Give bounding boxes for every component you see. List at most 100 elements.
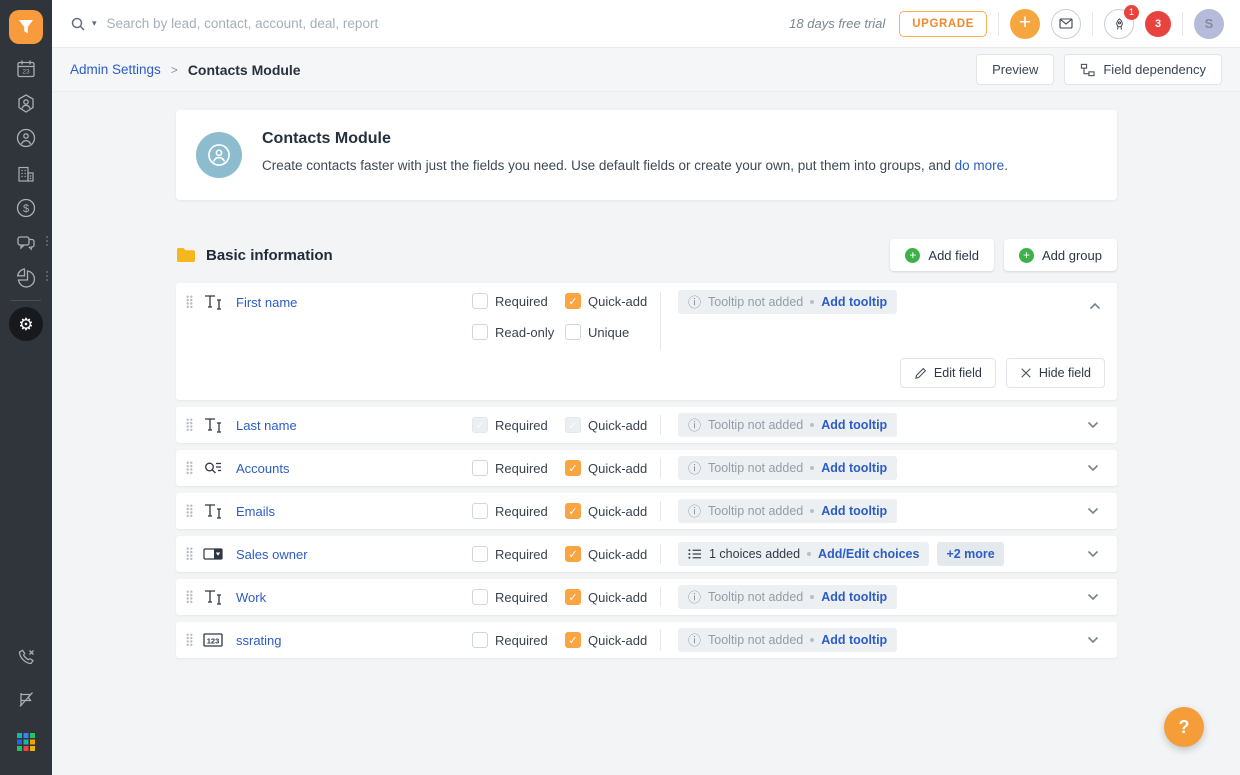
quick-add-checkbox[interactable] [565, 632, 581, 648]
search-icon[interactable] [70, 16, 86, 32]
field-name-link[interactable]: Accounts [236, 461, 472, 476]
sidebar-item-contacts[interactable] [14, 126, 38, 150]
hide-field-button[interactable]: Hide field [1006, 358, 1105, 388]
drag-handle[interactable] [186, 590, 202, 604]
pencil-icon [914, 367, 927, 380]
add-tooltip-link[interactable]: Add tooltip [821, 633, 887, 647]
field-row-sales-owner: Sales owner Required Quick-add 1 choices… [176, 536, 1117, 572]
required-checkbox[interactable] [472, 460, 488, 476]
add-tooltip-link[interactable]: Add tooltip [821, 461, 887, 475]
svg-text:123: 123 [207, 636, 220, 645]
add-field-button[interactable]: Add field [890, 239, 994, 271]
whats-new-button[interactable]: 1 [1104, 9, 1134, 39]
collapse-chevron[interactable] [1085, 293, 1105, 319]
do-more-link[interactable]: do more [955, 158, 1005, 173]
required-checkbox[interactable] [472, 293, 488, 309]
expand-chevron[interactable] [1083, 417, 1103, 433]
edit-field-button[interactable]: Edit field [900, 358, 996, 388]
drag-handle[interactable] [186, 461, 202, 475]
field-name-link[interactable]: ssrating [236, 633, 472, 648]
choices-count-text: 1 choices added [709, 547, 800, 561]
row-divider [660, 501, 661, 521]
field-name-link[interactable]: Last name [236, 418, 472, 433]
field-name-link[interactable]: Work [236, 590, 472, 605]
dependency-icon [1080, 63, 1095, 77]
required-checkbox[interactable] [472, 546, 488, 562]
add-tooltip-link[interactable]: Add tooltip [821, 418, 887, 432]
sidebar-item-calendar[interactable]: 23 [14, 57, 38, 81]
field-dependency-label: Field dependency [1103, 62, 1206, 77]
quick-add-checkbox[interactable] [565, 589, 581, 605]
expand-chevron[interactable] [1083, 589, 1103, 605]
row-divider [660, 292, 661, 350]
tooltip-status-text: Tooltip not added [708, 633, 803, 647]
dot-separator [810, 300, 814, 304]
drag-handle[interactable] [186, 504, 202, 518]
required-checkbox[interactable] [472, 632, 488, 648]
expand-chevron[interactable] [1083, 503, 1103, 519]
info-icon: ⓘ [688, 505, 701, 518]
expand-chevron[interactable] [1083, 632, 1103, 648]
dot-separator [810, 423, 814, 427]
avatar[interactable]: S [1194, 9, 1224, 39]
upgrade-button[interactable]: UPGRADE [899, 11, 987, 37]
row-divider [660, 415, 661, 435]
sidebar-item-analytics[interactable] [14, 266, 38, 290]
required-checkbox[interactable] [472, 589, 488, 605]
tooltip-status-pill: ⓘ Tooltip not added Add tooltip [678, 290, 897, 314]
add-edit-choices-link[interactable]: Add/Edit choices [818, 547, 919, 561]
info-icon: ⓘ [688, 462, 701, 475]
add-group-button[interactable]: Add group [1004, 239, 1117, 271]
drag-handle[interactable] [186, 418, 202, 432]
info-icon: ⓘ [688, 419, 701, 432]
quick-add-button[interactable]: + [1010, 9, 1040, 39]
add-tooltip-link[interactable]: Add tooltip [821, 504, 887, 518]
edit-field-label: Edit field [934, 366, 982, 380]
tooltip-status-text: Tooltip not added [708, 461, 803, 475]
help-button[interactable]: ? [1164, 707, 1204, 747]
add-tooltip-link[interactable]: Add tooltip [821, 590, 887, 604]
field-name-link[interactable]: First name [236, 295, 297, 310]
sidebar-item-deals[interactable]: $ [14, 196, 38, 220]
dot-separator [807, 552, 811, 556]
drag-handle[interactable] [186, 295, 193, 314]
drag-handle[interactable] [186, 547, 202, 561]
quick-add-checkbox[interactable] [565, 546, 581, 562]
field-dependency-button[interactable]: Field dependency [1064, 54, 1222, 85]
required-label: Required [495, 461, 548, 476]
read-only-checkbox[interactable] [472, 324, 488, 340]
sidebar-item-leads[interactable] [14, 92, 38, 116]
calendar-icon: 23 [15, 58, 37, 80]
sidebar-item-settings-active[interactable]: ⚙ [9, 307, 43, 341]
field-name-link[interactable]: Emails [236, 504, 472, 519]
sidebar-item-conversations[interactable] [14, 231, 38, 255]
required-checkbox[interactable] [472, 503, 488, 519]
preview-button[interactable]: Preview [976, 54, 1054, 85]
sidebar-item-accounts[interactable] [14, 162, 38, 186]
unique-checkbox[interactable] [565, 324, 581, 340]
search-scope-caret[interactable]: ▾ [92, 18, 97, 29]
email-button[interactable] [1051, 9, 1081, 39]
sidebar-item-phone[interactable] [14, 645, 38, 669]
breadcrumb-admin-settings[interactable]: Admin Settings [70, 62, 161, 77]
quick-add-checkbox[interactable] [565, 503, 581, 519]
drag-handle[interactable] [186, 633, 202, 647]
preview-label: Preview [992, 62, 1038, 77]
field-name-link[interactable]: Sales owner [236, 547, 472, 562]
row-divider [660, 630, 661, 650]
quick-add-checkbox[interactable] [565, 293, 581, 309]
search-input[interactable] [107, 16, 537, 31]
quick-add-label: Quick-add [588, 633, 647, 648]
expand-chevron[interactable] [1083, 460, 1103, 476]
module-title: Contacts Module [262, 130, 391, 148]
quick-add-checkbox[interactable] [565, 460, 581, 476]
alerts-count-button[interactable]: 3 [1145, 11, 1171, 37]
more-choices-badge[interactable]: +2 more [937, 542, 1003, 566]
app-switcher[interactable] [14, 730, 38, 754]
expand-chevron[interactable] [1083, 546, 1103, 562]
sidebar-item-announcements[interactable] [14, 687, 38, 711]
breadcrumb-separator: > [171, 63, 178, 77]
add-tooltip-link[interactable]: Add tooltip [821, 295, 887, 309]
description-text: Create contacts faster with just the fie… [262, 158, 951, 173]
freshsales-logo[interactable] [9, 10, 43, 44]
